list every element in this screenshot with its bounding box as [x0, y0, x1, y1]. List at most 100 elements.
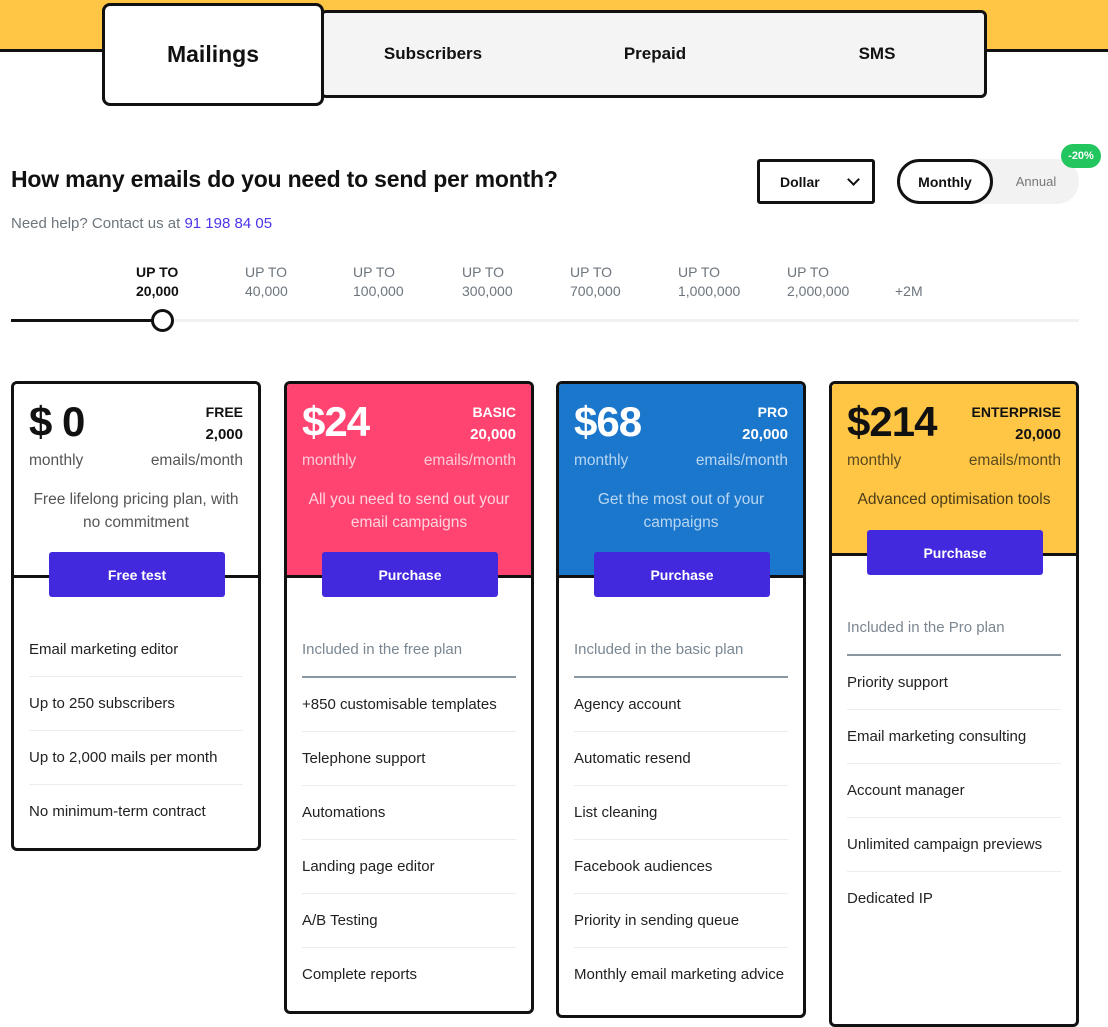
- plan-period: monthly: [847, 452, 902, 469]
- feature-item: Up to 250 subscribers: [29, 677, 243, 731]
- plan-name: PRO: [757, 404, 788, 420]
- plan-features: Included in the basic plan Agency accoun…: [559, 578, 803, 1015]
- plan-period: monthly: [302, 452, 357, 469]
- tier-value: 40,000: [245, 283, 288, 299]
- plan-price: $24: [302, 398, 370, 445]
- tier-label: UP TO: [462, 264, 505, 280]
- included-plan-label: Included in the basic plan: [574, 623, 788, 678]
- plan-card-basic: $24 BASIC 20,000 monthly emails/month Al…: [284, 381, 534, 1014]
- plan-features: Email marketing editor Up to 250 subscri…: [14, 578, 258, 848]
- feature-item: List cleaning: [574, 786, 788, 840]
- feature-item: Complete reports: [302, 966, 418, 983]
- plan-card-enterprise: $214 ENTERPRISE 20,000 monthly emails/mo…: [829, 381, 1079, 1027]
- tier-option[interactable]: UP TO 40,000: [245, 263, 288, 301]
- tier-label: [895, 263, 923, 282]
- tier-option[interactable]: UP TO 20,000: [136, 263, 179, 301]
- tier-value: 2,000,000: [787, 283, 850, 299]
- plan-units: emails/month: [968, 452, 1061, 469]
- slider-thumb[interactable]: [151, 309, 174, 332]
- feature-item: Email marketing consulting: [847, 710, 1061, 764]
- feature-item: Facebook audiences: [574, 840, 788, 894]
- plan-period: monthly: [574, 452, 629, 469]
- tab-sms[interactable]: SMS: [777, 13, 977, 95]
- help-text: Need help? Contact us at 91 198 84 05: [11, 215, 272, 232]
- plan-price: $214: [847, 398, 937, 445]
- tier-label: UP TO: [678, 264, 721, 280]
- purchase-pro-button[interactable]: Purchase: [594, 552, 770, 597]
- currency-select[interactable]: Dollar: [757, 159, 875, 204]
- feature-item: Up to 2,000 mails per month: [29, 731, 243, 785]
- plan-units: emails/month: [150, 452, 243, 469]
- tier-option[interactable]: UP TO 700,000: [570, 263, 621, 301]
- volume-tier-selector: UP TO 20,000 UP TO 40,000 UP TO 100,000 UP …: [0, 263, 1108, 308]
- tier-value: 300,000: [462, 283, 513, 299]
- plan-features: Included in the free plan +850 customisa…: [287, 578, 531, 1011]
- feature-item: Automatic resend: [574, 732, 788, 786]
- tier-value: 20,000: [136, 283, 179, 299]
- tier-value: 1,000,000: [678, 283, 741, 299]
- feature-item: +850 customisable templates: [302, 678, 516, 732]
- feature-item: Dedicated IP: [847, 890, 933, 907]
- tier-option[interactable]: +2M: [895, 263, 923, 301]
- tier-option[interactable]: UP TO 100,000: [353, 263, 404, 301]
- tab-prepaid[interactable]: Prepaid: [555, 13, 755, 95]
- slider-fill: [11, 319, 163, 322]
- plan-units: emails/month: [423, 452, 516, 469]
- tier-label: UP TO: [570, 264, 613, 280]
- plan-description: Advanced optimisation tools: [857, 491, 1051, 508]
- billing-monthly-option[interactable]: Monthly: [897, 159, 993, 204]
- billing-annual-option[interactable]: Annual: [1001, 159, 1071, 204]
- plan-email-count: 20,000: [1015, 426, 1061, 443]
- tier-label: UP TO: [353, 264, 396, 280]
- plan-description: Get the most out of your campaigns: [597, 491, 765, 531]
- plan-price: $ 0: [29, 398, 85, 445]
- tier-label: UP TO: [787, 264, 830, 280]
- plan-period: monthly: [29, 452, 84, 469]
- feature-item: Email marketing editor: [29, 623, 243, 677]
- tier-value: 100,000: [353, 283, 404, 299]
- plan-units: emails/month: [695, 452, 788, 469]
- feature-item: Priority support: [847, 656, 1061, 710]
- chevron-down-icon: [847, 172, 860, 186]
- plan-email-count: 20,000: [742, 426, 788, 443]
- feature-item: Agency account: [574, 678, 788, 732]
- billing-toggle: Monthly Annual: [897, 159, 1079, 204]
- plan-email-count: 20,000: [470, 426, 516, 443]
- feature-item: A/B Testing: [302, 894, 516, 948]
- plan-features: Included in the Pro plan Priority suppor…: [832, 556, 1076, 925]
- feature-item: Account manager: [847, 764, 1061, 818]
- feature-item: No minimum-term contract: [29, 803, 206, 820]
- tier-value: +2M: [895, 283, 923, 299]
- purchase-basic-button[interactable]: Purchase: [322, 552, 498, 597]
- page-question: How many emails do you need to send per …: [11, 166, 558, 192]
- purchase-enterprise-button[interactable]: Purchase: [867, 530, 1043, 575]
- tier-option[interactable]: UP TO 300,000: [462, 263, 513, 301]
- help-phone-link[interactable]: 91 198 84 05: [184, 215, 272, 232]
- plan-card-header: $ 0 FREE 2,000 monthly emails/month Free…: [14, 384, 258, 597]
- included-plan-label: Included in the Pro plan: [847, 601, 1061, 656]
- tier-option[interactable]: UP TO 2,000,000: [787, 263, 849, 301]
- plan-email-count: 2,000: [205, 426, 243, 443]
- tab-subscribers[interactable]: Subscribers: [333, 13, 533, 95]
- plan-card-header: $24 BASIC 20,000 monthly emails/month Al…: [287, 384, 531, 597]
- feature-item: Monthly email marketing advice: [574, 966, 785, 983]
- help-label: Need help? Contact us at: [11, 215, 185, 232]
- tab-mailings[interactable]: Mailings: [102, 3, 324, 106]
- currency-value: Dollar: [780, 173, 820, 190]
- plan-price: $68: [574, 398, 642, 445]
- tier-option[interactable]: UP TO 1,000,000: [678, 263, 740, 301]
- included-plan-label: Included in the free plan: [302, 623, 516, 678]
- plan-name: ENTERPRISE: [971, 404, 1061, 420]
- tier-label: UP TO: [245, 264, 288, 280]
- feature-item: Priority in sending queue: [574, 894, 788, 948]
- plan-card-header: $214 ENTERPRISE 20,000 monthly emails/mo…: [832, 384, 1076, 575]
- feature-item: Telephone support: [302, 732, 516, 786]
- feature-item: Automations: [302, 786, 516, 840]
- plan-name: FREE: [205, 404, 243, 420]
- tier-label: UP TO: [136, 264, 179, 280]
- plan-name: BASIC: [472, 404, 516, 420]
- free-test-button[interactable]: Free test: [49, 552, 225, 597]
- feature-item: Unlimited campaign previews: [847, 818, 1061, 872]
- plan-card-header: $68 PRO 20,000 monthly emails/month Get …: [559, 384, 803, 597]
- plan-description: All you need to send out your email camp…: [308, 491, 510, 531]
